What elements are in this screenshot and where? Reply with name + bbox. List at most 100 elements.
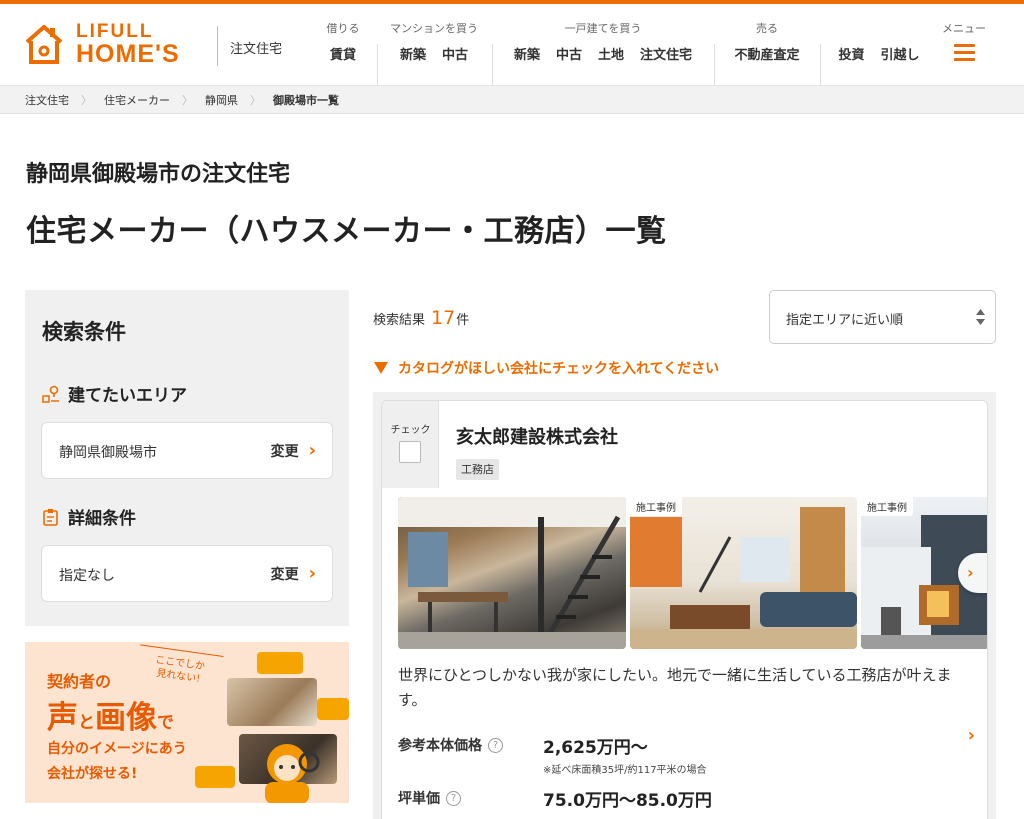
tsubo-label-row: 坪単価 ? — [398, 788, 461, 808]
breadcrumb-link-custom-house[interactable]: 注文住宅 — [25, 92, 69, 108]
result-count-label: 検索結果 — [373, 313, 426, 328]
interior-photo-art — [398, 497, 626, 649]
catalog-hint: カタログがほしい会社にチェックを入れてください — [374, 358, 719, 378]
page-title-location: 静岡県御殿場市の注文住宅 — [26, 162, 291, 187]
sort-updown-icon — [976, 309, 985, 325]
result-count-unit: 件 — [456, 313, 470, 328]
sort-select[interactable]: 指定エリアに近い順 — [769, 290, 996, 344]
nav-caption: 売る — [756, 22, 778, 35]
gallery-photo[interactable]: 施工事例 — [630, 497, 857, 649]
breadcrumb: 注文住宅 〉 住宅メーカー 〉 静岡県 〉 御殿場市一覧 — [0, 85, 1024, 114]
help-icon[interactable]: ? — [446, 790, 461, 806]
gallery-photo[interactable] — [398, 497, 626, 649]
photo-carousel: 施工事例 施工事例 — [398, 497, 987, 649]
photo-label: 施工事例 — [861, 497, 913, 516]
speech-tag-icon — [257, 652, 303, 674]
area-heading: 建てたいエリア — [42, 381, 187, 406]
triangle-down-icon — [374, 362, 388, 374]
menu-caption: メニュー — [942, 22, 986, 35]
price-label: 参考本体価格 — [398, 738, 482, 754]
nav-group-other: 投資 引越し — [826, 20, 932, 70]
result-count: 検索結果 17 件 — [373, 307, 469, 329]
hamburger-icon — [954, 44, 975, 61]
nav-group-mansion: マンションを買う 新築 中古 — [384, 20, 484, 70]
detail-value: 指定なし — [59, 568, 115, 584]
detail-change-label: 変更 — [270, 567, 299, 583]
area-condition-box[interactable]: 静岡県御殿場市 変更 › — [41, 422, 333, 479]
area-heading-label: 建てたいエリア — [68, 386, 187, 406]
nav-link-invest[interactable]: 投資 — [838, 44, 864, 63]
company-card[interactable]: チェック 亥太郎建設株式会社 工務店 施工事例 施工事例 › 世界にひとつしかな… — [381, 400, 988, 819]
nav-group-sell: 売る 不動産査定 — [722, 20, 812, 70]
catalog-hint-text: カタログがほしい会社にチェックを入れてください — [398, 361, 720, 377]
nav-caption: 一戸建てを買う — [564, 22, 642, 35]
chevron-right-icon: 〉 — [81, 94, 92, 107]
detail-heading-label: 詳細条件 — [68, 509, 136, 529]
price-label-row: 参考本体価格 ? — [398, 735, 503, 755]
breadcrumb-current: 御殿場市一覧 — [273, 94, 339, 107]
breadcrumb-link-makers[interactable]: 住宅メーカー — [104, 92, 170, 108]
logo-subtitle: 注文住宅 — [230, 42, 283, 57]
nav-link-custom-house[interactable]: 注文住宅 — [640, 44, 692, 63]
menu-button[interactable]: メニュー — [936, 20, 992, 70]
banner-word-image: 画像 — [95, 700, 157, 736]
interior-photo-art — [630, 507, 857, 649]
tsubo-label: 坪単価 — [398, 791, 440, 807]
help-icon[interactable]: ? — [488, 737, 503, 753]
nav-link-house-new[interactable]: 新築 — [514, 44, 540, 63]
promo-banner[interactable]: 契約者の ここでしか 見れない! 声と画像で 自分のイメージにあう 会社が探せる… — [25, 642, 349, 803]
chevron-right-icon: › — [967, 563, 974, 582]
nav-caption: 借りる — [326, 22, 360, 35]
map-pin-icon — [42, 385, 59, 403]
catalog-checkbox[interactable] — [399, 441, 421, 463]
detail-heading: 詳細条件 — [42, 504, 136, 529]
sort-selected-value: 指定エリアに近い順 — [786, 313, 904, 328]
breadcrumb-link-prefecture[interactable]: 静岡県 — [205, 92, 238, 108]
company-description: 世界にひとつしかない我が家にしたい。地元で一緒に生活している工務店が叶えます。 — [398, 666, 952, 709]
nav-link-mansion-used[interactable]: 中古 — [442, 44, 468, 63]
price-value: 2,625万円〜 — [543, 738, 648, 758]
clipboard-icon — [43, 508, 58, 526]
detail-change-button[interactable]: 変更 › — [271, 564, 316, 584]
nav-link-rent[interactable]: 賃貸 — [330, 44, 356, 63]
nav-link-moving[interactable]: 引越し — [881, 44, 920, 63]
nav-group-house: 一戸建てを買う 新築 中古 土地 注文住宅 — [500, 20, 706, 70]
detail-condition-box[interactable]: 指定なし 変更 › — [41, 545, 333, 602]
banner-line3: 自分のイメージにあう — [47, 741, 187, 757]
page-title: 住宅メーカー（ハウスメーカー・工務店）一覧 — [26, 214, 667, 249]
area-change-button[interactable]: 変更 › — [271, 441, 316, 461]
mascot-icon — [265, 744, 320, 803]
price-note: ※延べ床面積35坪/約117平米の場合 — [543, 765, 707, 776]
nav-link-mansion-new[interactable]: 新築 — [400, 44, 426, 63]
result-count-number: 17 — [431, 307, 456, 329]
lifull-homes-logo[interactable]: LIFULL HOME'S — [24, 18, 209, 74]
company-list: チェック 亥太郎建設株式会社 工務店 施工事例 施工事例 › 世界にひとつしかな… — [373, 392, 996, 819]
chevron-right-icon[interactable]: › — [968, 725, 975, 746]
chevron-right-icon: 〉 — [182, 94, 193, 107]
banner-word-de: で — [157, 713, 174, 733]
site-header: LIFULL HOME'S 注文住宅 借りる 賃貸 マンションを買う 新築 中古… — [0, 4, 1024, 86]
company-name[interactable]: 亥太郎建設株式会社 — [456, 423, 618, 449]
nav-link-appraisal[interactable]: 不動産査定 — [734, 44, 799, 63]
nav-link-land[interactable]: 土地 — [598, 44, 624, 63]
catalog-check-area[interactable]: チェック — [382, 401, 439, 488]
tsubo-value: 75.0万円〜85.0万円 — [543, 791, 712, 811]
nav-divider — [820, 44, 821, 86]
nav-divider — [377, 44, 378, 86]
logo-divider — [217, 26, 218, 66]
nav-link-house-used[interactable]: 中古 — [556, 44, 582, 63]
area-change-label: 変更 — [270, 444, 299, 460]
nav-group-rent: 借りる 賃貸 — [318, 20, 368, 70]
search-conditions-title: 検索条件 — [42, 320, 126, 344]
house-logo-icon — [25, 25, 63, 64]
banner-headline: 声と画像で — [47, 692, 174, 737]
chevron-right-icon: › — [308, 563, 316, 584]
chevron-right-icon: › — [308, 440, 316, 461]
catalog-check-label: チェック — [390, 425, 431, 436]
banner-line4: 会社が探せる! — [47, 766, 138, 782]
area-value: 静岡県御殿場市 — [59, 445, 157, 461]
photo-label: 施工事例 — [630, 497, 682, 516]
speech-tag-icon — [317, 698, 349, 720]
search-conditions-panel: 検索条件 建てたいエリア 静岡県御殿場市 変更 › 詳細条件 指定なし 変更 › — [25, 290, 349, 626]
logo-text-homes: HOME'S — [76, 40, 180, 68]
